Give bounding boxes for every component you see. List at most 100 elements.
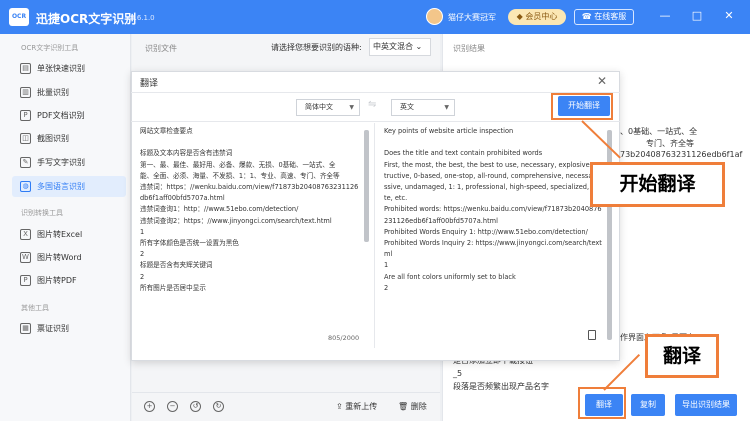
language-prompt: 请选择您想要识别的语种:: [271, 43, 362, 52]
sidebar-item-label: 多国语言识别: [37, 182, 85, 191]
app-title: 迅捷OCR文字识别: [36, 12, 137, 26]
source-line: db6f1aff00bfd5707a.html: [140, 194, 225, 203]
reupload-label: 重新上传: [345, 402, 378, 411]
sidebar-item-single-scan[interactable]: ▤ 单张快速识别: [12, 58, 126, 79]
source-line: 所有图片是否居中显示: [140, 283, 206, 292]
source-line: 能、全面、必须、海量、不发损、1：1、专业、高速、专门、齐全等: [140, 171, 340, 180]
username[interactable]: 猫仔大赛冠军: [448, 12, 496, 23]
sidebar-item-to-word[interactable]: W 图片转Word: [12, 247, 126, 268]
online-service-label: 在线客服: [594, 12, 627, 21]
source-language-select[interactable]: 简体中文 ▼: [296, 99, 360, 116]
sidebar-item-label: 单张快速识别: [37, 64, 85, 73]
file-toolbar: [132, 392, 440, 421]
target-line: Key points of website article inspection: [384, 127, 514, 135]
sidebar-item-label: 图片转Word: [37, 253, 82, 262]
sidebar-item-label: PDF文档识别: [37, 111, 85, 120]
maximize-icon[interactable]: □: [690, 8, 704, 24]
close-icon[interactable]: ✕: [722, 8, 736, 24]
callout-translate: 翻译: [645, 334, 719, 378]
result-panel-title: 识别结果: [453, 44, 485, 53]
sidebar-item-to-pdf[interactable]: P 图片转PDF: [12, 270, 126, 291]
screenshot-icon: ◫: [20, 133, 31, 144]
target-line: ssive, undamaged, 1: 1, professional, hi…: [384, 183, 602, 192]
language-select[interactable]: 中英文混合 ⌄: [369, 38, 431, 56]
reupload-button[interactable]: ⇪ 重新上传: [336, 401, 377, 412]
source-line: [140, 137, 358, 148]
sidebar-item-receipt[interactable]: ▦ 票证识别: [12, 318, 126, 339]
target-language-select[interactable]: 英文 ▼: [391, 99, 455, 116]
sidebar-item-handwriting[interactable]: ✎ 手写文字识别: [12, 152, 126, 173]
vip-center-button[interactable]: ◆ 会员中心: [508, 9, 566, 25]
callout-start-translate: 开始翻译: [590, 162, 725, 207]
dialog-title: 翻译: [140, 79, 159, 89]
result-text-line: 段落是否频繁出现产品名字: [453, 382, 549, 391]
sidebar-item-label: 图片转PDF: [37, 276, 77, 285]
source-text-area[interactable]: 网站文章检查要点 标题及文本内容是否含有违禁词 第一、最、最佳、最好用、必备、爆…: [140, 123, 358, 349]
target-line: Does the title and text contain prohibit…: [384, 149, 543, 158]
online-service-button[interactable]: ☎ 在线客服: [574, 9, 634, 25]
source-line: 网站文章检查要点: [140, 127, 193, 135]
target-line: 2: [384, 283, 389, 292]
sidebar-item-pdf[interactable]: P PDF文档识别: [12, 105, 126, 126]
char-count: 805/2000: [328, 334, 360, 342]
sidebar-item-multilang[interactable]: ◍ 多国语言识别: [12, 176, 126, 197]
chevron-down-icon: ▼: [349, 104, 354, 111]
target-line: Are all font colors uniformly set to bla…: [384, 272, 516, 281]
sidebar-item-to-excel[interactable]: X 图片转Excel: [12, 224, 126, 245]
target-line: Prohibited Words Inquiry 2: https://www.…: [384, 239, 602, 248]
upload-icon: ⇪: [336, 402, 343, 411]
vip-center-label: 会员中心: [525, 12, 558, 21]
target-line: [384, 137, 602, 148]
language-select-value: 中英文混合: [373, 42, 413, 51]
sidebar-item-label: 截图识别: [37, 134, 69, 143]
sidebar-item-label: 批量识别: [37, 88, 69, 97]
globe-icon: ◍: [20, 181, 31, 192]
app-logo: OCR: [9, 8, 29, 26]
target-line: 231126edb6f1aff00bfd5707a.html: [384, 216, 498, 225]
excel-icon: X: [20, 229, 31, 240]
translated-text-area[interactable]: Key points of website article inspection…: [384, 123, 602, 349]
sidebar-item-screenshot[interactable]: ◫ 截图识别: [12, 128, 126, 149]
source-language-value: 简体中文: [305, 103, 333, 111]
close-icon[interactable]: ✕: [597, 74, 607, 88]
zoom-out-icon[interactable]: −: [167, 401, 178, 412]
delete-label: 删除: [410, 402, 427, 411]
minimize-icon[interactable]: —: [658, 8, 672, 24]
document-scan-icon: ▤: [20, 63, 31, 74]
highlight-start-translate: [551, 93, 613, 120]
sidebar-item-batch[interactable]: ▥ 批量识别: [12, 82, 126, 103]
divider: [374, 123, 375, 348]
target-line: te, etc.: [384, 194, 408, 203]
sidebar-section-convert: 识别转换工具: [21, 209, 63, 217]
source-line: 1: [140, 227, 145, 236]
target-line: ml: [384, 250, 393, 259]
highlight-translate-button: [578, 387, 626, 419]
export-result-button[interactable]: 导出识别结果: [675, 394, 737, 416]
source-scrollbar[interactable]: [364, 130, 369, 242]
chevron-down-icon: ▼: [444, 104, 449, 111]
word-icon: W: [20, 252, 31, 263]
sidebar-section-ocr: OCR文字识别工具: [21, 44, 79, 52]
copy-button[interactable]: 复制: [631, 394, 665, 416]
trash-icon: 🗑: [398, 402, 409, 411]
file-panel-title: 识别文件: [145, 44, 177, 53]
sidebar-section-other: 其他工具: [21, 304, 49, 312]
rotate-left-icon[interactable]: ↺: [190, 401, 201, 412]
pdf-icon: P: [20, 110, 31, 121]
source-line: 违禁词查询1：http：//www.51ebo.com/detection/: [140, 205, 299, 214]
target-line: 1: [384, 261, 389, 270]
rotate-right-icon[interactable]: ↻: [213, 401, 224, 412]
swap-languages-icon[interactable]: ⇋: [368, 99, 376, 110]
source-line: 标题是否含有夹辉关键词: [140, 261, 213, 270]
avatar[interactable]: [426, 8, 443, 25]
delete-button[interactable]: 🗑 删除: [398, 401, 427, 412]
source-line: 违禁词查询2：https：//www.jinyongci.com/search/…: [140, 216, 332, 225]
sidebar-item-label: 票证识别: [37, 324, 69, 333]
copy-icon[interactable]: [588, 330, 596, 340]
target-line: Prohibited words: https://wenku.baidu.co…: [384, 205, 602, 214]
target-language-value: 英文: [400, 103, 414, 111]
zoom-in-icon[interactable]: +: [144, 401, 155, 412]
app-version: v8.6.1.0: [126, 14, 155, 22]
source-line: 标题及文本内容是否含有违禁词: [140, 149, 233, 158]
sidebar-item-label: 手写文字识别: [37, 158, 85, 167]
